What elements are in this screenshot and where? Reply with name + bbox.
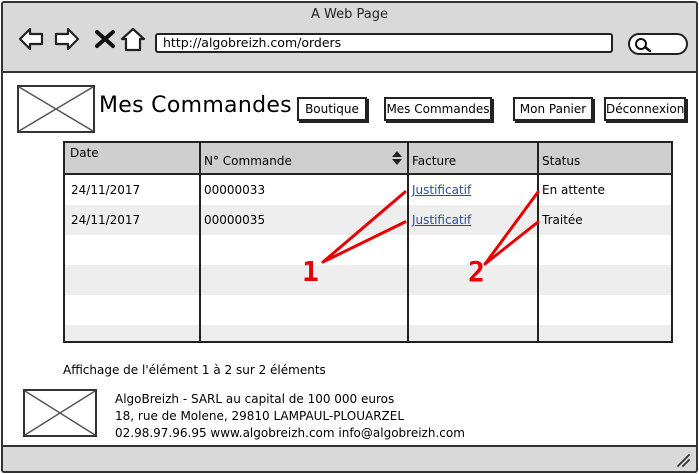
address-bar[interactable]: http://algobreizh.com/orders	[155, 33, 613, 53]
footer-contact: 02.98.97.96.95 www.algobreizh.com info@a…	[115, 426, 465, 440]
order-status: Traitée	[542, 213, 583, 227]
logo-placeholder	[17, 85, 95, 133]
order-number: 00000035	[204, 213, 266, 227]
table-header: Date N° Commande Facture Status	[65, 143, 671, 175]
order-number: 00000033	[204, 183, 266, 197]
window-title: A Web Page	[311, 7, 388, 22]
table-row-empty	[65, 295, 671, 325]
table-row-empty	[65, 325, 671, 341]
footer-address: 18, rue de Molene, 29810 LAMPAUL-PLOUARZ…	[115, 409, 405, 423]
order-status: En attente	[542, 183, 605, 197]
order-date: 24/11/2017	[71, 183, 141, 197]
browser-status-bar	[3, 445, 696, 471]
annotation-marker-1: 1	[302, 255, 319, 288]
browser-search[interactable]	[628, 33, 688, 55]
column-divider	[407, 143, 409, 341]
back-icon[interactable]	[17, 25, 45, 53]
invoice-link[interactable]: Justificatif	[412, 183, 471, 197]
column-divider	[199, 143, 201, 341]
table-row[interactable]: 24/11/2017 00000033 Justificatif En atte…	[65, 175, 671, 205]
sort-icon[interactable]	[392, 151, 402, 165]
annotation-marker-2: 2	[468, 255, 485, 288]
column-header-status[interactable]: Status	[542, 154, 580, 168]
page-content: Mes Commandes Boutique Mes Commandes Mon…	[3, 75, 696, 447]
column-header-invoice[interactable]: Facture	[412, 154, 456, 168]
nav-boutique-button[interactable]: Boutique	[297, 97, 367, 121]
browser-toolbar: A Web Page http://algobreizh.com/orders	[3, 3, 696, 73]
column-divider	[537, 143, 539, 341]
home-icon[interactable]	[119, 25, 147, 53]
resize-grip-icon[interactable]	[676, 453, 690, 467]
table-row-empty	[65, 235, 671, 265]
table-row[interactable]: 24/11/2017 00000035 Justificatif Traitée	[65, 205, 671, 235]
pagination-info: Affichage de l'élément 1 à 2 sur 2 éléme…	[63, 363, 326, 377]
column-header-number[interactable]: N° Commande	[204, 154, 292, 168]
browser-window: A Web Page http://algobreizh.com/orders …	[1, 1, 698, 473]
search-icon	[635, 38, 652, 53]
column-header-date[interactable]: Date	[70, 146, 99, 160]
page-title: Mes Commandes	[99, 93, 292, 118]
invoice-link[interactable]: Justificatif	[412, 213, 471, 227]
close-icon[interactable]	[91, 25, 119, 53]
order-date: 24/11/2017	[71, 213, 141, 227]
nav-mes-commandes-button[interactable]: Mes Commandes	[384, 97, 492, 121]
footer-company: AlgoBreizh - SARL au capital de 100 000 …	[115, 392, 395, 406]
nav-deconnexion-button[interactable]: Déconnexion	[604, 97, 686, 121]
orders-table: Date N° Commande Facture Status 24/11/20…	[63, 141, 673, 343]
footer-logo-placeholder	[23, 389, 97, 437]
nav-mon-panier-button[interactable]: Mon Panier	[513, 97, 593, 121]
forward-icon[interactable]	[53, 25, 81, 53]
table-row-empty	[65, 265, 671, 295]
